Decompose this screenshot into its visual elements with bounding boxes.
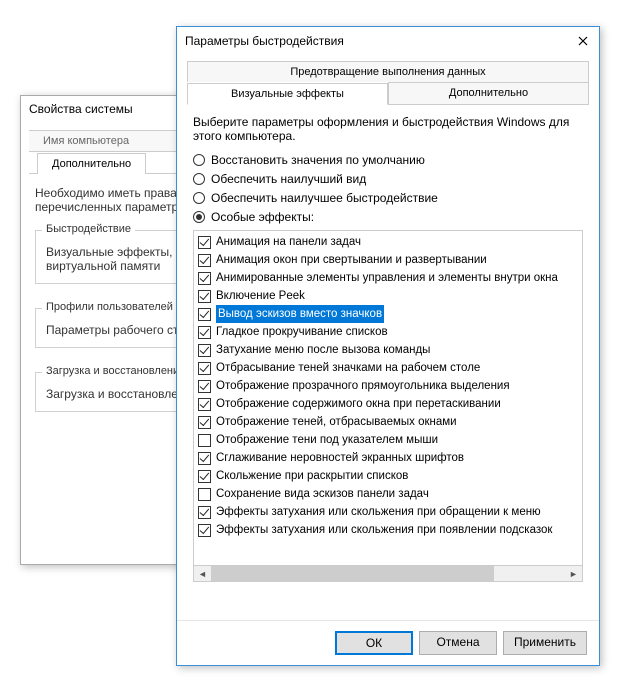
- apply-button[interactable]: Применить: [503, 631, 587, 655]
- effect-label: Анимация на панели задач: [216, 233, 361, 251]
- radio-icon: [193, 154, 205, 166]
- effect-checkbox[interactable]: [198, 452, 211, 465]
- radio-restore-defaults[interactable]: Восстановить значения по умолчанию: [193, 153, 583, 167]
- effect-item[interactable]: Отображение содержимого окна при перетас…: [196, 395, 580, 413]
- radio-label: Восстановить значения по умолчанию: [211, 153, 425, 167]
- effect-label: Гладкое прокручивание списков: [216, 323, 388, 341]
- effect-label: Вывод эскизов вместо значков: [216, 305, 384, 323]
- radio-label: Обеспечить наилучшее быстродействие: [211, 191, 438, 205]
- radio-label: Обеспечить наилучший вид: [211, 172, 366, 186]
- effect-checkbox[interactable]: [198, 470, 211, 483]
- ok-button[interactable]: ОК: [335, 631, 413, 655]
- radio-icon: [193, 211, 205, 223]
- back-title: Свойства системы: [29, 102, 133, 116]
- effects-horizontal-scrollbar[interactable]: ◄ ►: [193, 565, 583, 582]
- radio-custom[interactable]: Особые эффекты:: [193, 210, 583, 224]
- effect-item[interactable]: Отображение прозрачного прямоугольника в…: [196, 377, 580, 395]
- effect-checkbox[interactable]: [198, 488, 211, 501]
- effect-checkbox[interactable]: [198, 272, 211, 285]
- radio-label: Особые эффекты:: [211, 210, 314, 224]
- effect-checkbox[interactable]: [198, 398, 211, 411]
- close-icon: [578, 36, 588, 46]
- effect-checkbox[interactable]: [198, 416, 211, 429]
- scroll-left-icon[interactable]: ◄: [194, 566, 211, 581]
- effect-item[interactable]: Сглаживание неровностей экранных шрифтов: [196, 449, 580, 467]
- effect-checkbox[interactable]: [198, 236, 211, 249]
- radio-best-performance[interactable]: Обеспечить наилучшее быстродействие: [193, 191, 583, 205]
- cancel-button[interactable]: Отмена: [419, 631, 497, 655]
- groupbox-performance-legend: Быстродействие: [42, 223, 135, 235]
- effect-label: Затухание меню после вызова команды: [216, 341, 430, 359]
- front-body: Выберите параметры оформления и быстроде…: [177, 105, 599, 590]
- effect-label: Анимация окон при свертывании и разверты…: [216, 251, 487, 269]
- effect-item[interactable]: Сохранение вида эскизов панели задач: [196, 485, 580, 503]
- effect-checkbox[interactable]: [198, 344, 211, 357]
- effect-label: Отбрасывание теней значками на рабочем с…: [216, 359, 480, 377]
- effect-label: Эффекты затухания или скольжения при обр…: [216, 503, 541, 521]
- radio-best-appearance[interactable]: Обеспечить наилучший вид: [193, 172, 583, 186]
- effect-label: Сохранение вида эскизов панели задач: [216, 485, 429, 503]
- front-tabstrip: Предотвращение выполнения данных Визуаль…: [187, 61, 589, 105]
- effect-label: Отображение теней, отбрасываемых окнами: [216, 413, 457, 431]
- performance-options-window: Параметры быстродействия Предотвращение …: [176, 26, 600, 666]
- effect-item[interactable]: Анимация окон при свертывании и разверты…: [196, 251, 580, 269]
- groupbox-profiles-legend: Профили пользователей: [42, 301, 177, 313]
- tab-advanced-back[interactable]: Дополнительно: [37, 153, 146, 174]
- effect-checkbox[interactable]: [198, 290, 211, 303]
- front-title: Параметры быстродействия: [185, 34, 344, 48]
- effect-item[interactable]: Отбрасывание теней значками на рабочем с…: [196, 359, 580, 377]
- intro-text: Выберите параметры оформления и быстроде…: [193, 115, 583, 143]
- radio-icon: [193, 173, 205, 185]
- effect-checkbox[interactable]: [198, 434, 211, 447]
- effect-checkbox[interactable]: [198, 506, 211, 519]
- scroll-thumb[interactable]: [211, 566, 494, 581]
- effect-item[interactable]: Гладкое прокручивание списков: [196, 323, 580, 341]
- effect-label: Сглаживание неровностей экранных шрифтов: [216, 449, 464, 467]
- effect-checkbox[interactable]: [198, 362, 211, 375]
- effect-label: Отображение прозрачного прямоугольника в…: [216, 377, 510, 395]
- effect-label: Анимированные элементы управления и элем…: [216, 269, 558, 287]
- effect-item[interactable]: Вывод эскизов вместо значков: [196, 305, 580, 323]
- tab-visual-effects[interactable]: Визуальные эффекты: [187, 83, 388, 105]
- effect-label: Отображение тени под указателем мыши: [216, 431, 438, 449]
- effect-item[interactable]: Скольжение при раскрытии списков: [196, 467, 580, 485]
- effect-label: Включение Peek: [216, 287, 305, 305]
- front-titlebar: Параметры быстродействия: [177, 27, 599, 55]
- effect-label: Эффекты затухания или скольжения при поя…: [216, 521, 552, 539]
- scroll-right-icon[interactable]: ►: [565, 566, 582, 581]
- effect-item[interactable]: Включение Peek: [196, 287, 580, 305]
- effect-checkbox[interactable]: [198, 326, 211, 339]
- effect-label: Отображение содержимого окна при перетас…: [216, 395, 501, 413]
- effect-label: Скольжение при раскрытии списков: [216, 467, 408, 485]
- effect-checkbox[interactable]: [198, 524, 211, 537]
- effect-item[interactable]: Эффекты затухания или скольжения при обр…: [196, 503, 580, 521]
- tab-advanced[interactable]: Дополнительно: [388, 82, 589, 104]
- effect-item[interactable]: Эффекты затухания или скольжения при поя…: [196, 521, 580, 539]
- radio-icon: [193, 192, 205, 204]
- effect-item[interactable]: Отображение тени под указателем мыши: [196, 431, 580, 449]
- effect-item[interactable]: Затухание меню после вызова команды: [196, 341, 580, 359]
- effect-item[interactable]: Отображение теней, отбрасываемых окнами: [196, 413, 580, 431]
- tab-dep[interactable]: Предотвращение выполнения данных: [187, 61, 589, 82]
- scroll-track[interactable]: [211, 566, 565, 581]
- effect-item[interactable]: Анимация на панели задач: [196, 233, 580, 251]
- groupbox-startup-legend: Загрузка и восстановление: [42, 365, 189, 377]
- effect-checkbox[interactable]: [198, 308, 211, 321]
- effect-checkbox[interactable]: [198, 254, 211, 267]
- effects-list[interactable]: Анимация на панели задачАнимация окон пр…: [193, 230, 583, 566]
- dialog-buttons: ОК Отмена Применить: [177, 620, 599, 665]
- effect-checkbox[interactable]: [198, 380, 211, 393]
- close-button[interactable]: [575, 33, 591, 49]
- effect-item[interactable]: Анимированные элементы управления и элем…: [196, 269, 580, 287]
